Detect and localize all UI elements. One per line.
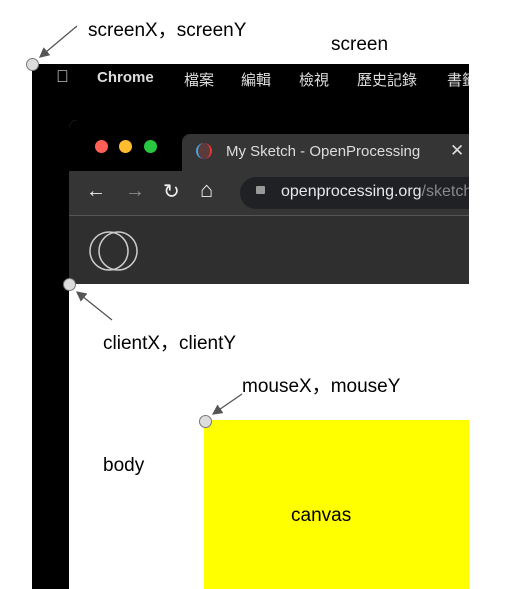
mouse-arrow xyxy=(211,393,243,415)
screen-arrow xyxy=(39,25,78,58)
screen-origin-point xyxy=(26,58,39,71)
client-origin-point xyxy=(63,278,76,291)
annotation-arrows xyxy=(39,25,243,415)
mouse-origin-point xyxy=(199,415,212,428)
client-arrow xyxy=(75,291,113,321)
